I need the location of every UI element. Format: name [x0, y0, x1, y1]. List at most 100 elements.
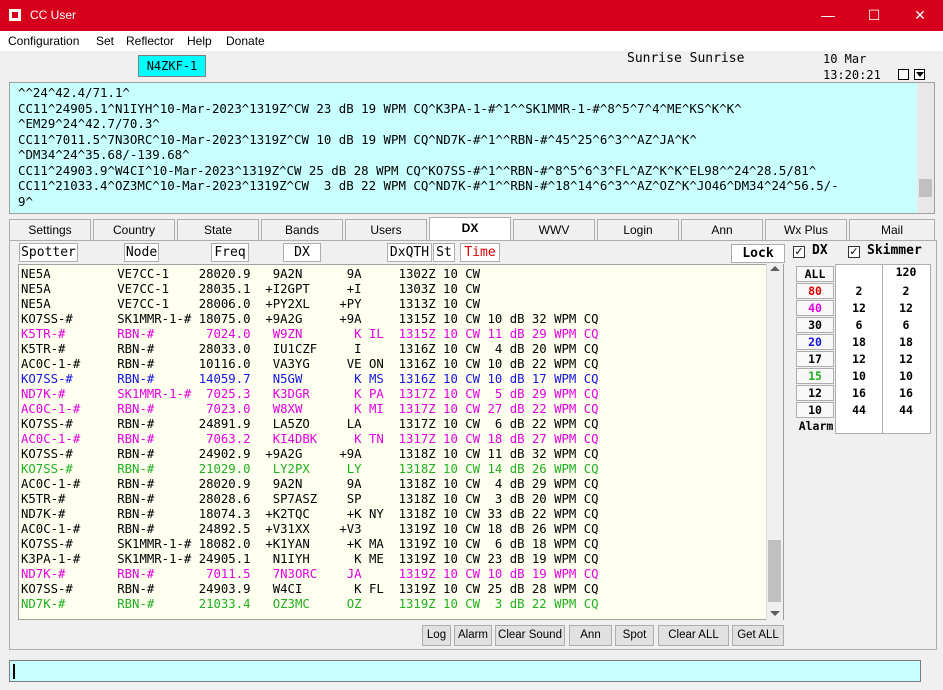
- maximize-button[interactable]: ☐: [851, 0, 897, 31]
- cell-spotter: AC0C-1-#: [21, 357, 118, 371]
- cell-dx: SP7ASZ: [265, 492, 340, 506]
- dx-spot-row[interactable]: K5TR-# RBN-# 28033.0 IU1CZF I 1316Z 10 C…: [21, 342, 599, 357]
- header-dx[interactable]: DX: [283, 243, 321, 262]
- dx-spot-row[interactable]: NE5A VE7CC-1 28006.0 +PY2XL +PY 1313Z 10…: [21, 297, 487, 312]
- band-button-30[interactable]: 30: [796, 317, 834, 333]
- tab-bands[interactable]: Bands: [261, 219, 343, 240]
- header-spotter[interactable]: Spotter: [19, 243, 78, 262]
- cell-st: [369, 462, 399, 476]
- spot-button[interactable]: Spot: [615, 625, 654, 646]
- dx-spot-row[interactable]: KO7SS-# RBN-# 24902.9 +9A2G +9A 1318Z 10…: [21, 447, 599, 462]
- header-node[interactable]: Node: [124, 243, 159, 262]
- header-time[interactable]: Time: [460, 243, 500, 262]
- cell-st: [369, 417, 399, 431]
- spot-log-line: CC11^24903.9^W4CI^10-Mar-2023^1319Z^CW 2…: [18, 162, 817, 178]
- band-button-15[interactable]: 15: [796, 368, 834, 384]
- ann-button[interactable]: Ann: [569, 625, 612, 646]
- menu-help[interactable]: Help: [187, 34, 212, 48]
- band-button-40[interactable]: 40: [796, 300, 834, 316]
- dx-spot-row[interactable]: ND7K-# RBN-# 21033.4 OZ3MC OZ 1319Z 10 C…: [21, 597, 599, 612]
- band-button-alarm[interactable]: Alarm: [796, 419, 836, 435]
- dx-spot-row[interactable]: K5TR-# RBN-# 28028.6 SP7ASZ SP 1318Z 10 …: [21, 492, 599, 507]
- dx-spot-row[interactable]: AC0C-1-# RBN-# 10116.0 VA3YG VE ON 1316Z…: [21, 357, 599, 372]
- dx-spot-row[interactable]: KO7SS-# RBN-# 24903.9 W4CI K FL 1319Z 10…: [21, 582, 599, 597]
- dx-spot-row[interactable]: AC0C-1-# RBN-# 24892.5 +V31XX +V3 1319Z …: [21, 522, 599, 537]
- dx-spot-list[interactable]: NE5A VE7CC-1 28020.9 9A2N 9A 1302Z 10 CW…: [18, 264, 784, 620]
- header-state[interactable]: St: [433, 243, 455, 262]
- dx-spot-row[interactable]: K3PA-1-# SK1MMR-1-# 24905.1 N1IYH K ME 1…: [21, 552, 599, 567]
- scroll-up-icon[interactable]: [770, 266, 780, 271]
- skimmer-filter-label: Skimmer: [867, 243, 922, 258]
- header-freq[interactable]: Freq: [211, 243, 249, 262]
- tab-state[interactable]: State: [177, 219, 259, 240]
- menu-configuration[interactable]: Configuration: [8, 34, 79, 48]
- dx-list-scroll-thumb[interactable]: [768, 540, 781, 602]
- dx-spot-row[interactable]: KO7SS-# RBN-# 21029.0 LY2PX LY 1318Z 10 …: [21, 462, 599, 477]
- command-input[interactable]: [9, 660, 921, 682]
- dx-spot-row[interactable]: KO7SS-# RBN-# 24891.9 LA5ZO LA 1317Z 10 …: [21, 417, 599, 432]
- tab-wwv[interactable]: WWV: [513, 219, 595, 240]
- tab-users[interactable]: Users: [345, 219, 427, 240]
- spot-log-scrollbar[interactable]: [917, 83, 934, 213]
- cell-spotter: ND7K-#: [21, 567, 118, 581]
- cell-node: RBN-#: [117, 447, 199, 461]
- dx-spot-row[interactable]: KO7SS-# RBN-# 14059.7 N5GW K MS 1316Z 10…: [21, 372, 599, 387]
- callsign-button[interactable]: N4ZKF-1: [138, 55, 206, 77]
- close-button[interactable]: ✕: [897, 0, 943, 31]
- header-dxqth[interactable]: DxQTH: [387, 243, 432, 262]
- log-button[interactable]: Log: [422, 625, 451, 646]
- minimize-button[interactable]: —: [805, 0, 851, 31]
- cell-extra: 33 dB 22 WPM CQ: [487, 507, 599, 521]
- cell-freq: 28020.9: [198, 477, 266, 491]
- menu-reflector[interactable]: Reflector: [126, 34, 174, 48]
- dx-spot-row[interactable]: ND7K-# RBN-# 7011.5 7N3ORC JA 1319Z 10 C…: [21, 567, 599, 582]
- tab-settings[interactable]: Settings: [9, 219, 91, 240]
- cell-freq: 14059.7: [198, 372, 266, 386]
- restore-icon[interactable]: [898, 69, 909, 80]
- tab-wx-plus[interactable]: Wx Plus: [765, 219, 847, 240]
- band-button-10[interactable]: 10: [796, 402, 834, 418]
- dx-spot-row[interactable]: KO7SS-# SK1MMR-1-# 18082.0 +K1YAN +K MA …: [21, 537, 599, 552]
- dx-spot-row[interactable]: AC0C-1-# RBN-# 28020.9 9A2N 9A 1318Z 10 …: [21, 477, 599, 492]
- clear-sound-button[interactable]: Clear Sound: [495, 625, 565, 646]
- band-button-80[interactable]: 80: [796, 283, 834, 299]
- band-button-all[interactable]: ALL: [796, 266, 834, 282]
- dx-spot-row[interactable]: KO7SS-# SK1MMR-1-# 18075.0 +9A2G +9A 131…: [21, 312, 599, 327]
- dx-spot-row[interactable]: AC0C-1-# RBN-# 7023.0 W8XW K MI 1317Z 10…: [21, 402, 599, 417]
- cell-extra: 10 dB 32 WPM CQ: [487, 312, 599, 326]
- dx-spot-row[interactable]: K5TR-# RBN-# 7024.0 W9ZN K IL 1315Z 10 C…: [21, 327, 599, 342]
- dx-spot-row[interactable]: ND7K-# SK1MMR-1-# 7025.3 K3DGR K PA 1317…: [21, 387, 599, 402]
- cell-node: RBN-#: [117, 372, 199, 386]
- tab-dx[interactable]: DX: [429, 217, 511, 241]
- tab-login[interactable]: Login: [597, 219, 679, 240]
- cell-band: 10: [443, 477, 466, 491]
- tab-mail[interactable]: Mail: [849, 219, 935, 240]
- band-button-12[interactable]: 12: [796, 385, 834, 401]
- cell-time: 1319Z: [398, 552, 444, 566]
- cell-band: 10: [443, 357, 466, 371]
- tab-country[interactable]: Country: [93, 219, 175, 240]
- cell-extra: 27 dB 22 WPM CQ: [487, 402, 599, 416]
- cell-qth: K: [339, 402, 369, 416]
- dx-spot-row[interactable]: AC0C-1-# RBN-# 7063.2 KI4DBK K TN 1317Z …: [21, 432, 599, 447]
- clear-all-button[interactable]: Clear ALL: [658, 625, 729, 646]
- band-button-17[interactable]: 17: [796, 351, 834, 367]
- scroll-down-icon[interactable]: [770, 611, 780, 616]
- cell-node: RBN-#: [117, 492, 199, 506]
- tab-bar: Settings Country State Bands Users DX WWV Login…: [9, 217, 937, 241]
- tab-ann[interactable]: Ann: [681, 219, 763, 240]
- skimmer-filter-checkbox[interactable]: ✓: [848, 246, 860, 258]
- dx-spot-row[interactable]: NE5A VE7CC-1 28035.1 +I2GPT +I 1303Z 10 …: [21, 282, 487, 297]
- get-all-button[interactable]: Get ALL: [732, 625, 784, 646]
- menu-set[interactable]: Set: [96, 34, 114, 48]
- scroll-lock-icon[interactable]: [914, 69, 925, 80]
- cell-mode: CW: [465, 372, 488, 386]
- dx-filter-checkbox[interactable]: ✓: [793, 246, 805, 258]
- alarm-button[interactable]: Alarm: [454, 625, 492, 646]
- band-button-20[interactable]: 20: [796, 334, 834, 350]
- lock-button[interactable]: Lock: [731, 244, 785, 263]
- cell-node: RBN-#: [117, 582, 199, 596]
- menu-donate[interactable]: Donate: [226, 34, 265, 48]
- dx-spot-row[interactable]: NE5A VE7CC-1 28020.9 9A2N 9A 1302Z 10 CW: [21, 267, 487, 282]
- dx-spot-row[interactable]: ND7K-# RBN-# 18074.3 +K2TQC +K NY 1318Z …: [21, 507, 599, 522]
